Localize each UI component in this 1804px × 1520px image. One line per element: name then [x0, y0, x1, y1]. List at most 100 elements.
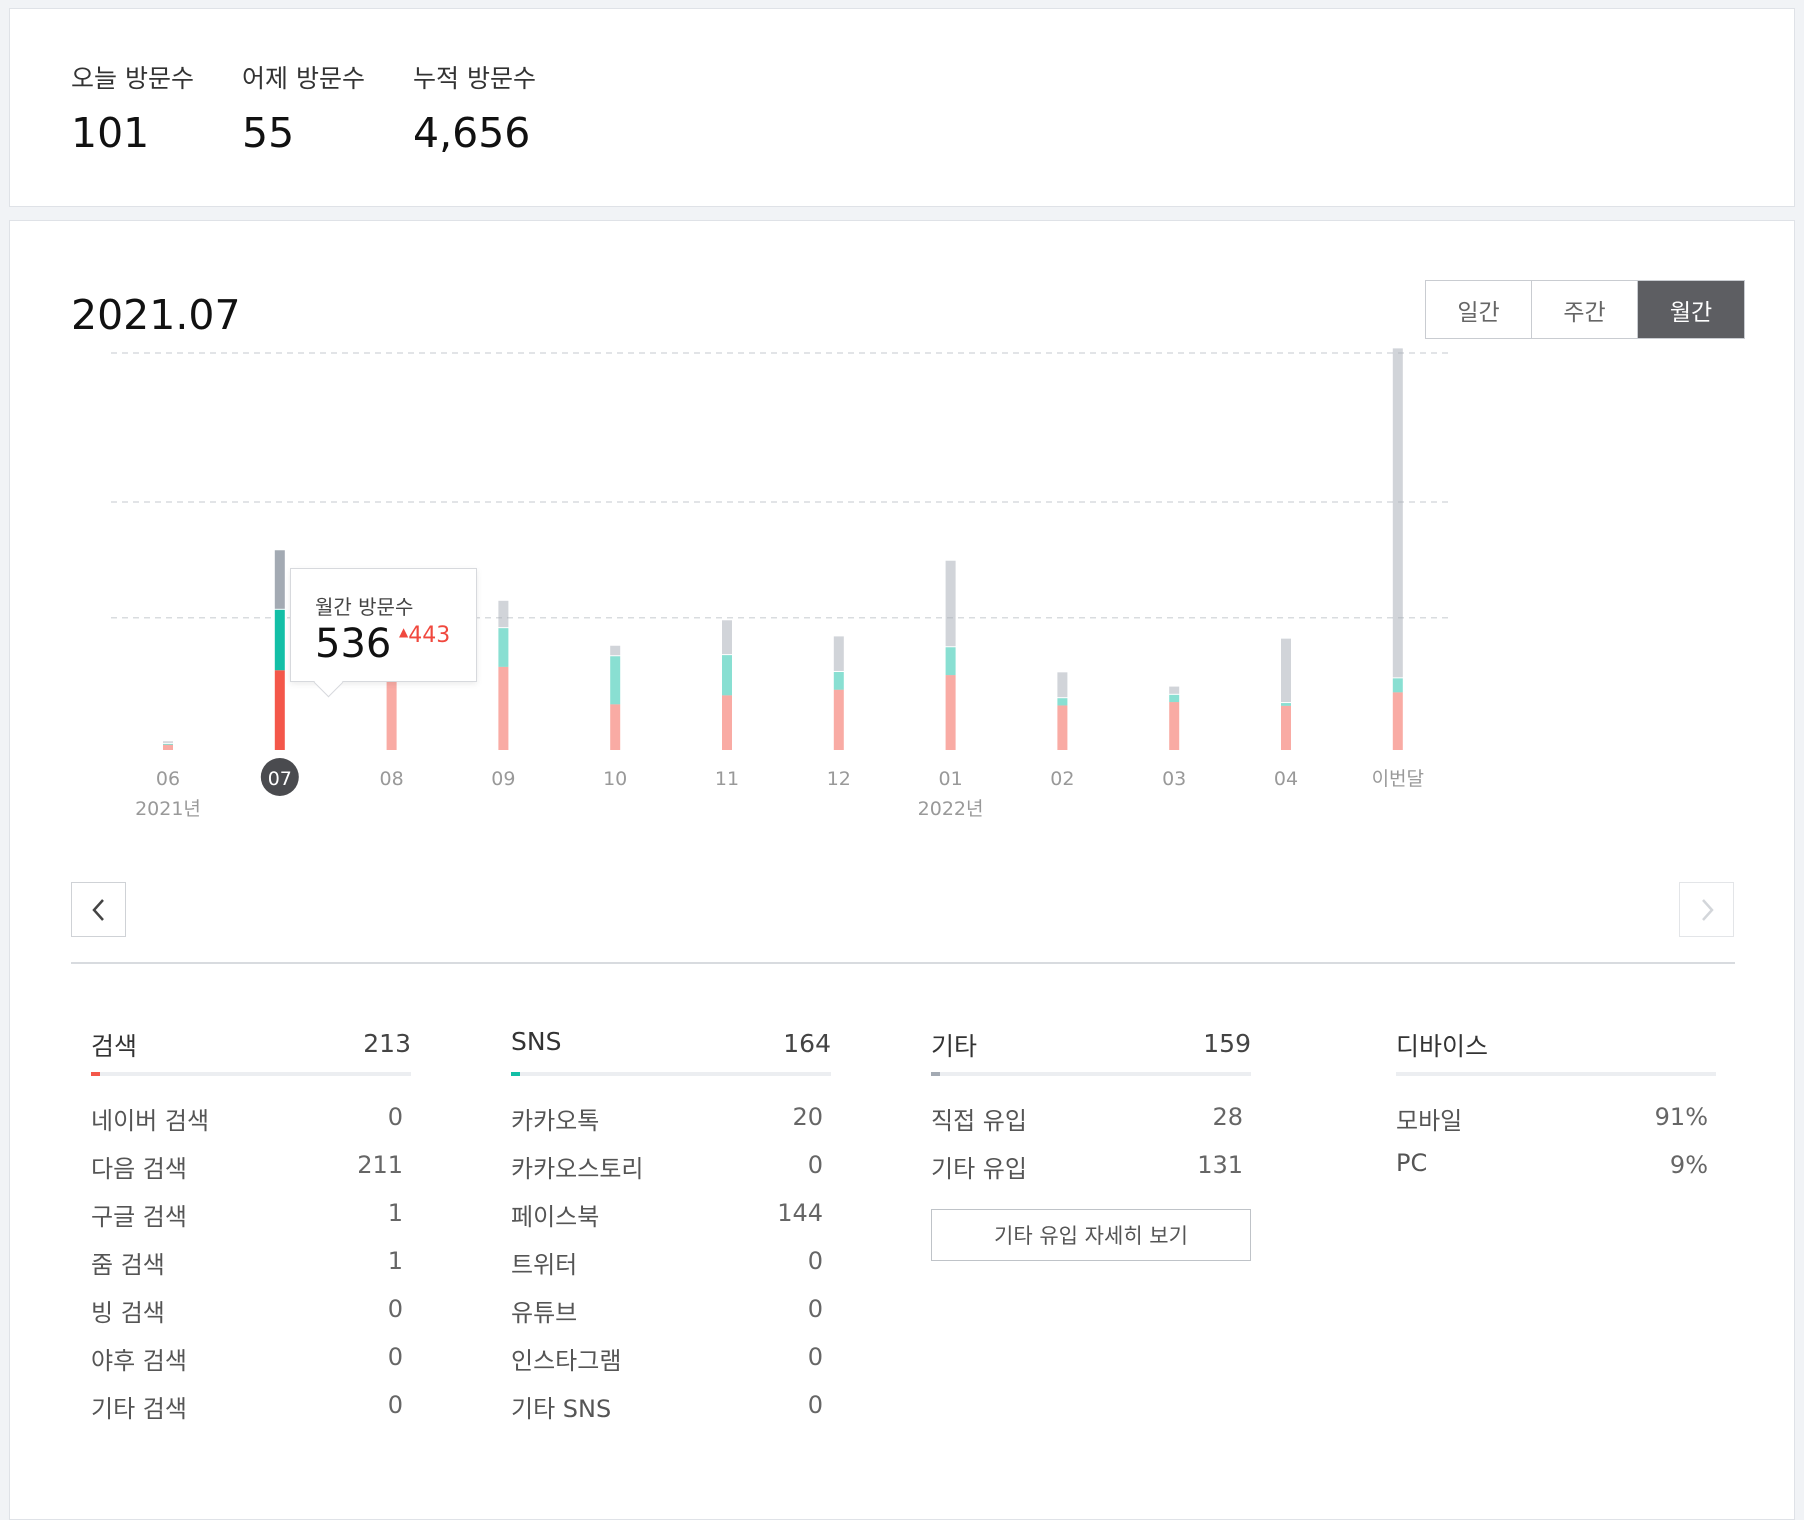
device-list: 모바일 91% PC 9% — [1396, 1101, 1716, 1197]
list-item-label: 네이버 검색 — [91, 1107, 210, 1135]
monthly-visits-chart: 06 07 08 09 10 11 12 01 02 03 04 이번달 2021년 2022년 — [111, 348, 1453, 820]
sns-progress-bar — [511, 1072, 831, 1076]
list-item-value: 0 — [387, 1391, 403, 1419]
list-item-value: 9% — [1669, 1151, 1708, 1179]
other-breakdown: 기타 159 직접 유입 28 기타 유입 131 기타 유입 자세히 보기 — [931, 1019, 1251, 1261]
list-item-value: 1 — [387, 1247, 403, 1275]
bar-segment — [163, 744, 173, 750]
device-divider — [1396, 1072, 1716, 1076]
triangle-up-icon: ▲ — [399, 625, 409, 639]
total-visits-label: 누적 방문수 — [413, 64, 536, 93]
bar-segment — [722, 620, 732, 655]
list-item-label: 빙 검색 — [91, 1299, 165, 1327]
list-item-value: 91% — [1654, 1103, 1708, 1131]
device-title: 디바이스 — [1396, 1032, 1489, 1061]
bar-segment — [945, 560, 956, 647]
list-item: 기타 SNS 0 — [511, 1389, 831, 1437]
bar-segment — [1281, 705, 1291, 750]
search-progress-bar — [91, 1072, 411, 1076]
bar-segment — [1392, 678, 1403, 693]
yesterday-visits: 어제 방문수 55 — [242, 59, 365, 157]
bar-segment — [722, 695, 732, 750]
bar-segment — [498, 600, 509, 628]
bar-segment — [274, 550, 285, 609]
x-tick-label: 07 — [268, 768, 292, 790]
list-item-label: PC — [1396, 1149, 1428, 1177]
other-progress-bar — [931, 1072, 1251, 1076]
list-item: 직접 유입 28 — [931, 1101, 1251, 1149]
list-item-label: 직접 유입 — [931, 1107, 1027, 1135]
x-tick-label: 06 — [156, 768, 180, 790]
x-tick-label: 11 — [715, 768, 739, 790]
tooltip-change: ▲443 — [399, 623, 450, 648]
list-item-value: 0 — [807, 1295, 823, 1323]
x-tick-label: 02 — [1050, 768, 1074, 790]
bar-segment — [610, 656, 621, 705]
yesterday-visits-label: 어제 방문수 — [242, 64, 365, 93]
year-label: 2022년 — [918, 798, 984, 820]
visit-summary-card: 오늘 방문수 101 어제 방문수 55 누적 방문수 4,656 — [9, 8, 1795, 207]
bar-segment — [1057, 698, 1068, 706]
list-item: PC 9% — [1396, 1149, 1716, 1197]
bar-segment — [833, 636, 844, 671]
bar-segment — [163, 741, 173, 743]
list-item: 카카오톡 20 — [511, 1101, 831, 1149]
search-list: 네이버 검색 0 다음 검색 211 구글 검색 1 줌 검색 1 빙 검색 0 야후 검색 0 기타 … — [91, 1101, 411, 1437]
bar-segment — [833, 671, 844, 690]
list-item-value: 0 — [387, 1343, 403, 1371]
list-item-value: 20 — [792, 1103, 823, 1131]
today-visits-label: 오늘 방문수 — [71, 64, 194, 93]
list-item: 네이버 검색 0 — [91, 1101, 411, 1149]
tooltip-change-value: 443 — [408, 623, 451, 648]
list-item-value: 28 — [1212, 1103, 1243, 1131]
list-item-label: 유튜브 — [511, 1299, 578, 1327]
bar-segment — [722, 655, 732, 696]
sns-total: 164 — [783, 1029, 831, 1058]
list-item-label: 모바일 — [1396, 1107, 1463, 1135]
bar-segment — [274, 609, 285, 671]
total-visits-value: 4,656 — [413, 109, 531, 157]
bar-segment — [1281, 703, 1291, 706]
list-item: 기타 검색 0 — [91, 1389, 411, 1437]
list-item-value: 211 — [357, 1151, 403, 1179]
bar-segment — [1392, 692, 1403, 750]
list-item-value: 131 — [1197, 1151, 1243, 1179]
list-item: 다음 검색 211 — [91, 1149, 411, 1197]
bar-segment — [1169, 686, 1180, 694]
visit-stats-card: 2021.07 일간 주간 월간 06 07 08 09 10 11 12 01 02 03 04 이… — [9, 220, 1795, 1520]
list-item-value: 144 — [777, 1199, 823, 1227]
list-item-value: 0 — [807, 1391, 823, 1419]
bar-segment — [498, 628, 509, 667]
list-item: 모바일 91% — [1396, 1101, 1716, 1149]
search-total: 213 — [363, 1029, 411, 1058]
prev-period-button[interactable] — [71, 882, 126, 937]
bar-segment — [386, 675, 397, 750]
list-item: 카카오스토리 0 — [511, 1149, 831, 1197]
total-visits: 누적 방문수 4,656 — [413, 59, 536, 157]
x-tick-label: 08 — [380, 768, 404, 790]
list-item-value: 0 — [807, 1247, 823, 1275]
today-visits-value: 101 — [71, 109, 150, 157]
list-item-label: 카카오톡 — [511, 1107, 600, 1135]
bar-segment — [945, 647, 956, 676]
list-item: 인스타그램 0 — [511, 1341, 831, 1389]
bar-segment — [163, 743, 173, 745]
year-label: 2021년 — [135, 798, 201, 820]
other-inflow-detail-button[interactable]: 기타 유입 자세히 보기 — [931, 1209, 1251, 1261]
list-item-value: 0 — [807, 1343, 823, 1371]
bar-segment — [610, 704, 621, 750]
list-item-label: 인스타그램 — [511, 1347, 622, 1375]
bar-segment — [1057, 705, 1068, 750]
search-breakdown: 검색 213 네이버 검색 0 다음 검색 211 구글 검색 1 줌 검색 1 빙 검색 0 야후… — [91, 1019, 411, 1437]
other-title: 기타 — [931, 1032, 978, 1061]
list-item-label: 기타 검색 — [91, 1395, 187, 1423]
list-item: 야후 검색 0 — [91, 1341, 411, 1389]
sns-title: SNS — [511, 1027, 562, 1056]
tooltip-value: 536 — [315, 621, 392, 667]
list-item-value: 0 — [807, 1151, 823, 1179]
x-tick-label: 09 — [491, 768, 515, 790]
list-item: 빙 검색 0 — [91, 1293, 411, 1341]
bar-segment — [1169, 702, 1180, 750]
list-item: 줌 검색 1 — [91, 1245, 411, 1293]
next-period-button[interactable] — [1679, 882, 1734, 937]
